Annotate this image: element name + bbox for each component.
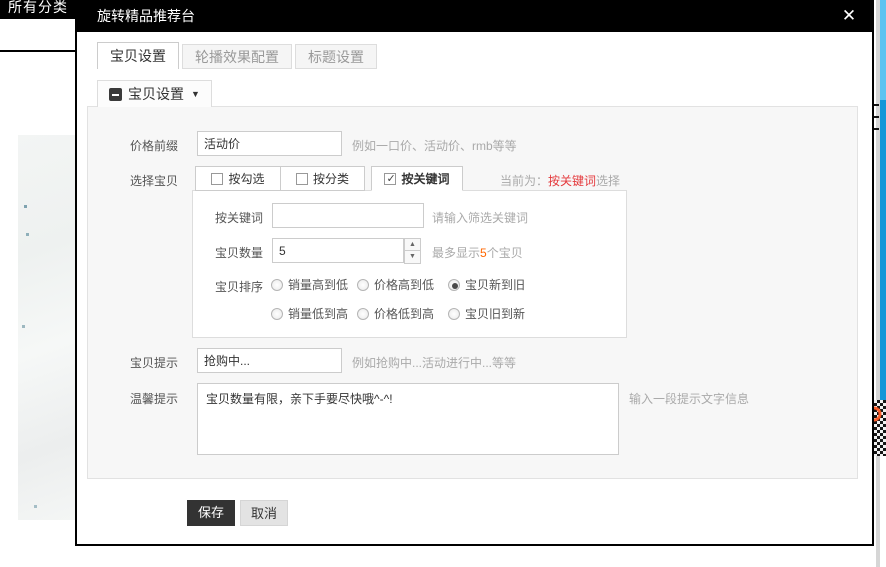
- scrollbar-grip: [874, 104, 879, 106]
- keyword-input[interactable]: [272, 203, 424, 228]
- sort-price-desc[interactable]: 价格高到低: [357, 276, 448, 293]
- tab-carousel-settings[interactable]: 轮播效果配置: [182, 44, 292, 69]
- sort-sales-asc-label: 销量低到高: [288, 305, 348, 322]
- keyword-label: 按关键词: [215, 209, 263, 226]
- sort-price-asc-label: 价格低到高: [374, 305, 434, 322]
- tab-item-settings[interactable]: 宝贝设置: [97, 42, 179, 69]
- caret-down-icon: ▼: [191, 89, 200, 99]
- count-hint-prefix: 最多显示: [432, 246, 480, 260]
- warm-tip-label: 温馨提示: [130, 390, 190, 407]
- count-hint-suffix: 个宝贝: [487, 246, 523, 260]
- count-input[interactable]: [272, 238, 404, 263]
- sort-old-to-new[interactable]: 宝贝旧到新: [448, 305, 525, 322]
- sort-old-to-new-label: 宝贝旧到新: [465, 305, 525, 322]
- checkbox-icon[interactable]: [211, 173, 223, 185]
- mode-by-category[interactable]: 按分类: [280, 166, 365, 191]
- mode-by-keyword-label: 按关键词: [401, 170, 449, 187]
- radio-icon[interactable]: [357, 308, 369, 320]
- keyword-hint: 请输入筛选关键词: [432, 209, 528, 226]
- sort-options-row2: 销量低到高 价格低到高 宝贝旧到新: [271, 305, 525, 322]
- dialog-title: 旋转精品推荐台: [97, 8, 195, 24]
- radio-icon[interactable]: [271, 308, 283, 320]
- warm-tip-textarea[interactable]: 宝贝数量有限，亲下手要尽快哦^-^!: [197, 383, 619, 455]
- current-mode-value: 按关键词: [548, 174, 596, 188]
- radio-icon[interactable]: [357, 279, 369, 291]
- cancel-button[interactable]: 取消: [240, 500, 288, 526]
- item-tip-hint: 例如抢购中...活动进行中...等等: [352, 354, 516, 371]
- dialog-tabs: 宝贝设置 轮播效果配置 标题设置: [97, 42, 380, 69]
- radio-icon[interactable]: [448, 308, 460, 320]
- mode-by-check[interactable]: 按勾选: [195, 166, 280, 191]
- background-divider: [0, 50, 75, 52]
- count-hint-number: 5: [480, 246, 487, 260]
- current-mode-suffix: 选择: [596, 174, 620, 188]
- warm-tip-hint: 输入一段提示文字信息: [629, 390, 749, 407]
- count-hint: 最多显示5个宝贝: [432, 244, 523, 261]
- stepper-up-icon[interactable]: ▲: [405, 239, 420, 251]
- checkbox-checked-icon[interactable]: [384, 173, 396, 185]
- close-icon[interactable]: ✕: [838, 5, 860, 27]
- background-texture-image: [18, 135, 75, 520]
- qr-code-fragment: [874, 400, 886, 456]
- banner-dark-blue: [880, 100, 886, 400]
- sort-new-to-old-label: 宝贝新到旧: [465, 276, 525, 293]
- sort-sales-desc[interactable]: 销量高到低: [271, 276, 357, 293]
- sort-label: 宝贝排序: [215, 278, 263, 295]
- checkbox-icon[interactable]: [296, 173, 308, 185]
- dialog-titlebar: 旋转精品推荐台 ✕: [77, 0, 872, 32]
- select-mode-label: 选择宝贝: [130, 172, 190, 189]
- price-prefix-hint: 例如一口价、活动价、rmb等等: [352, 137, 517, 154]
- stepper-down-icon[interactable]: ▼: [405, 251, 420, 263]
- banner-light-blue: [880, 0, 886, 100]
- background-category-bar: 所有分类: [0, 0, 75, 19]
- select-mode-tabs: 按勾选 按分类 按关键词: [195, 166, 463, 191]
- section-title: 宝贝设置: [128, 84, 184, 104]
- sort-sales-asc[interactable]: 销量低到高: [271, 305, 357, 322]
- category-bar-label: 所有分类: [8, 0, 75, 17]
- sort-price-desc-label: 价格高到低: [374, 276, 434, 293]
- section-header-item-settings[interactable]: 宝贝设置 ▼: [97, 80, 212, 107]
- tab-title-settings[interactable]: 标题设置: [295, 44, 377, 69]
- mode-by-check-label: 按勾选: [228, 170, 264, 187]
- current-mode-hint: 当前为：按关键词选择: [500, 172, 620, 189]
- item-tip-label: 宝贝提示: [130, 354, 190, 371]
- item-tip-input[interactable]: [197, 348, 342, 373]
- radio-icon[interactable]: [271, 279, 283, 291]
- count-label: 宝贝数量: [215, 244, 263, 261]
- widget-settings-dialog: 旋转精品推荐台 ✕ 宝贝设置 轮播效果配置 标题设置 宝贝设置 ▼ 价格前缀 例…: [75, 0, 874, 546]
- save-button[interactable]: 保存: [187, 500, 235, 526]
- radio-selected-icon[interactable]: [448, 279, 460, 291]
- price-prefix-input[interactable]: [197, 131, 342, 156]
- sort-new-to-old[interactable]: 宝贝新到旧: [448, 276, 525, 293]
- sort-options-row1: 销量高到低 价格高到低 宝贝新到旧: [271, 276, 525, 293]
- collapse-icon[interactable]: [109, 88, 122, 101]
- count-stepper[interactable]: ▲ ▼: [404, 238, 421, 264]
- sort-price-asc[interactable]: 价格低到高: [357, 305, 448, 322]
- mode-by-keyword[interactable]: 按关键词: [371, 166, 463, 191]
- mode-by-category-label: 按分类: [313, 170, 349, 187]
- current-mode-prefix: 当前为：: [500, 174, 548, 188]
- price-prefix-label: 价格前缀: [130, 137, 190, 154]
- background-banner-strip: [880, 0, 886, 567]
- sort-sales-desc-label: 销量高到低: [288, 276, 348, 293]
